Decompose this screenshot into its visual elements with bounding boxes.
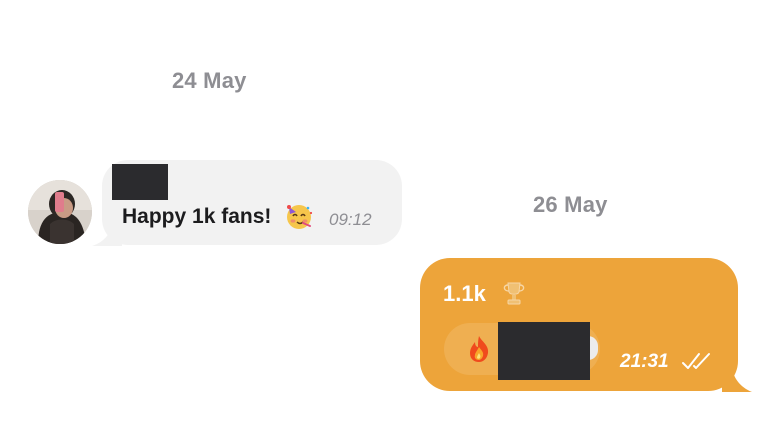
date-separator: 24 May <box>172 68 247 93</box>
message-title: 1.1k <box>443 281 486 306</box>
message-text: Happy 1k fans! <box>122 205 272 228</box>
trophy-icon <box>503 282 525 305</box>
sender-name-redacted <box>112 164 168 200</box>
partying-face-icon <box>287 205 313 229</box>
reply-content-redacted <box>498 322 590 380</box>
double-check-icon <box>682 353 710 369</box>
date-separator: 26 May <box>533 192 608 217</box>
avatar[interactable] <box>28 180 92 244</box>
chat-thread: 24 May Happy 1k fans! 09:12 26 May 1.1k … <box>0 0 768 439</box>
fire-icon <box>470 336 489 362</box>
message-time: 21:31 <box>620 351 669 372</box>
message-time: 09:12 <box>329 210 372 229</box>
